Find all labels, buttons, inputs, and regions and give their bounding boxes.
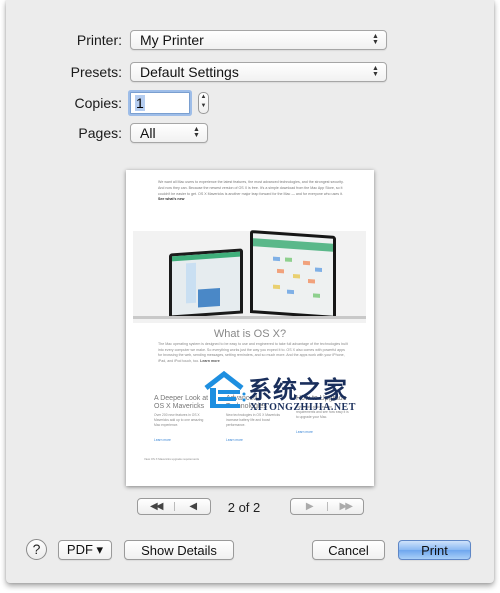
preview-body: The Mac operating system is designed to … [158,342,348,364]
preview-column: A Deeper Look at OS X Mavericks Over 200… [154,395,210,446]
column-text: New technologies in OS X Mavericks incre… [226,413,281,427]
preview-title: What is OS X? [213,328,287,340]
preview-intro-link: See what's new [158,197,185,202]
preview-intro-text: We want all Mac users to experience the … [158,180,344,196]
first-page-button[interactable]: ◀◀ [138,501,174,512]
printer-value: My Printer [140,32,204,48]
presets-label: Presets: [70,64,122,80]
print-preview: We want all Mac users to experience the … [126,170,374,486]
preview-body-text: The Mac operating system is designed to … [158,342,348,363]
column-link: Learn more [154,438,171,442]
pages-row: Pages: All ▲ ▼ [6,123,208,143]
pdf-menu-button[interactable]: PDF ▾ [58,540,112,560]
pages-label: Pages: [78,125,122,141]
column-link: Learn more [296,430,313,434]
presets-popup[interactable]: Default Settings ▲ ▼ [130,62,387,82]
column-heading: How to Upgrade [296,395,347,402]
pager-forward-group: ▶ ▶▶ [290,498,364,515]
presets-value: Default Settings [140,64,239,80]
laptop-image [250,229,336,320]
column-text: Over 200 new features in OS X Mavericks … [154,413,204,427]
laptop-image [169,248,243,319]
preview-hero-image [133,229,366,323]
show-details-button[interactable]: Show Details [124,540,234,560]
previous-page-button[interactable]: ◀ [175,501,211,512]
updown-arrows-icon: ▲ ▼ [372,33,379,46]
printer-label: Printer: [76,32,122,48]
preview-intro: We want all Mac users to experience the … [158,180,348,203]
pages-value: All [140,125,156,141]
column-heading: A Deeper Look at OS X Mavericks [154,395,209,410]
page-count: 2 of 2 [227,500,261,515]
preview-column: Advanced Technologies New technologies i… [226,395,282,446]
printer-row: Printer: My Printer ▲ ▼ [6,30,387,50]
copies-row: Copies: 1 ▲ ▼ [6,92,209,114]
updown-arrows-icon: ▲ ▼ [193,126,200,139]
copies-label: Copies: [74,95,122,111]
pages-popup[interactable]: All ▲ ▼ [130,123,208,143]
pager-back-group: ◀◀ ◀ [137,498,211,515]
column-heading: Advanced Technologies [226,395,267,410]
column-text: Get details about system requirements an… [296,405,349,419]
print-dialog: Printer: My Printer ▲ ▼ Presets: Default … [6,0,494,583]
cancel-button[interactable]: Cancel [312,540,385,560]
copies-stepper[interactable]: ▲ ▼ [198,92,209,114]
printer-popup[interactable]: My Printer ▲ ▼ [130,30,387,50]
copies-value: 1 [135,95,145,111]
preview-column: How to Upgrade Get details about system … [296,395,352,438]
help-button[interactable]: ? [26,539,47,560]
next-page-button[interactable]: ▶ [291,501,327,512]
print-button[interactable]: Print [398,540,471,560]
copies-input[interactable]: 1 [130,92,190,114]
preview-footnote: View OS X Mavericks upgrade requirements [144,457,199,461]
presets-row: Presets: Default Settings ▲ ▼ [6,62,387,82]
preview-body-link: Learn more [200,358,220,363]
updown-arrows-icon: ▲ ▼ [372,65,379,78]
column-link: Learn more [226,438,243,442]
last-page-button[interactable]: ▶▶ [328,501,364,512]
